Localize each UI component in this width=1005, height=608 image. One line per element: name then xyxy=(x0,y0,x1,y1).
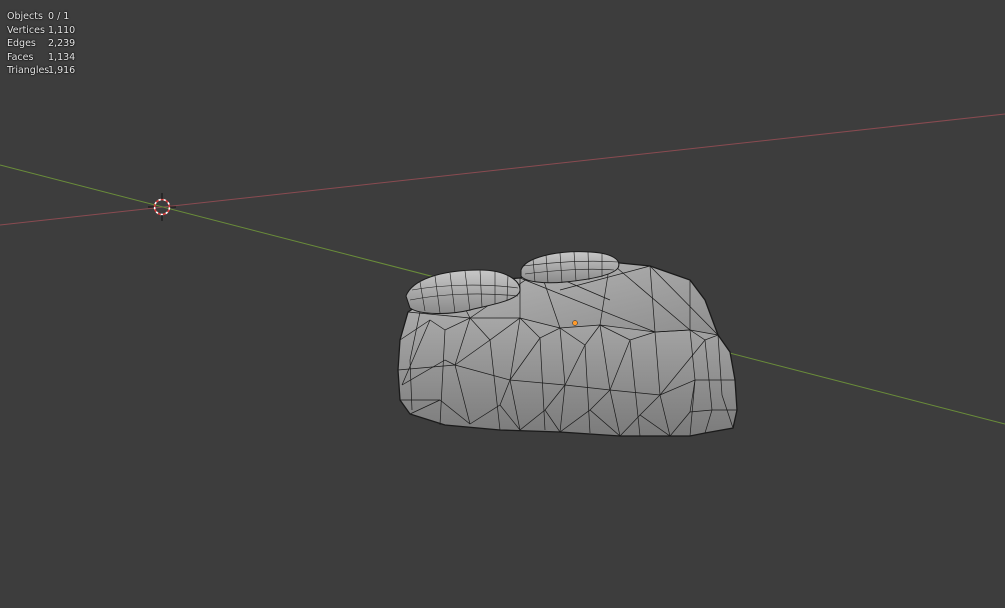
x-axis-line xyxy=(0,113,1005,226)
viewport-scene[interactable] xyxy=(0,0,1005,608)
object-origin-dot xyxy=(572,320,578,326)
mesh-object[interactable] xyxy=(397,251,738,437)
3d-viewport[interactable]: Objects 0 / 1 Vertices 1,110 Edges 2,239… xyxy=(0,0,1005,608)
mesh-side-faces xyxy=(398,312,737,436)
